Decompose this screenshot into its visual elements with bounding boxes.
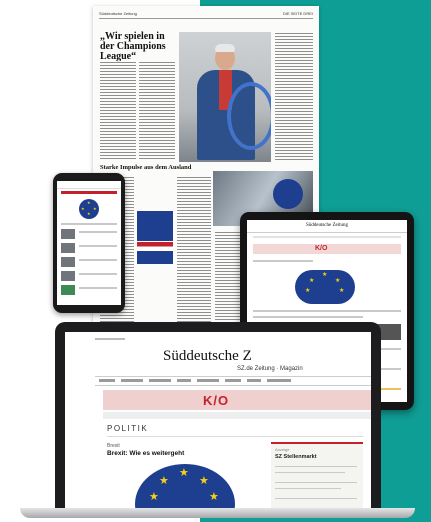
- section-headline: Starke Impulse aus dem Ausland: [100, 164, 192, 171]
- portrait-photo: [179, 32, 271, 162]
- article-thumbnail[interactable]: [61, 229, 75, 239]
- eu-photo: [137, 211, 173, 241]
- smartphone: ★ ★ ★ ★: [53, 173, 125, 313]
- newspaper-headline: „Wir spielen in der Champions League“: [100, 31, 166, 62]
- laptop: Süddeutsche Z SZ.de Zeitung · Magazin K/…: [55, 322, 381, 510]
- sidebar-title: SZ Stellenmarkt: [275, 454, 317, 460]
- flag-photo: [137, 242, 173, 264]
- site-masthead-sub: SZ.de Zeitung · Magazin: [237, 366, 303, 372]
- newspaper-header-right: DIE SEITE DREI: [282, 11, 313, 16]
- text-column: [177, 176, 211, 326]
- tablet-kiosk-banner[interactable]: K/O: [253, 244, 401, 254]
- article-thumbnail[interactable]: [61, 285, 75, 295]
- article-kicker: Brexit: [107, 443, 120, 449]
- section-title: POLITIK: [107, 424, 149, 433]
- site-masthead[interactable]: Süddeutsche Z: [163, 348, 252, 365]
- tablet-masthead: Süddeutsche Zeitung: [247, 220, 407, 233]
- eu-flag-icon: ★ ★ ★ ★ ★: [135, 464, 235, 510]
- eu-flag-icon: ★ ★ ★ ★ ★: [295, 270, 355, 304]
- text-column: [100, 61, 136, 159]
- phone-kiosk-bar: [61, 191, 117, 194]
- laptop-screen: Süddeutsche Z SZ.de Zeitung · Magazin K/…: [65, 332, 371, 510]
- main-navigation[interactable]: [95, 376, 371, 386]
- text-column: [139, 61, 175, 159]
- kiosk-logo: K/O: [203, 393, 230, 408]
- kiosk-banner[interactable]: K/O: [103, 390, 371, 410]
- eu-flag-icon: ★ ★ ★ ★: [79, 199, 99, 219]
- kiosk-logo: K/O: [315, 245, 328, 252]
- text-column: [275, 32, 313, 162]
- laptop-base: [20, 508, 415, 518]
- sidebar-teaser[interactable]: Anzeige SZ Stellenmarkt: [271, 442, 363, 510]
- phone-screen: ★ ★ ★ ★: [57, 181, 121, 305]
- article-headline[interactable]: Brexit: Wie es weitergeht: [107, 450, 184, 457]
- sidebar-label: Anzeige: [275, 447, 290, 452]
- newspaper-header-left: Süddeutsche Zeitung: [99, 11, 137, 16]
- article-thumbnail[interactable]: [61, 271, 75, 281]
- sub-navigation[interactable]: [103, 412, 371, 419]
- phone-top-bar: [57, 181, 121, 189]
- newspaper-header: Süddeutsche Zeitung DIE SEITE DREI: [99, 10, 313, 19]
- article-thumbnail[interactable]: [61, 257, 75, 267]
- article-thumbnail[interactable]: [61, 243, 75, 253]
